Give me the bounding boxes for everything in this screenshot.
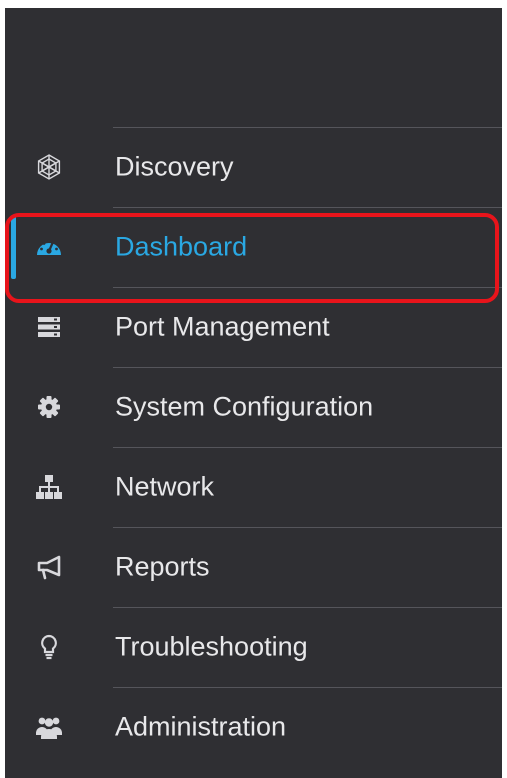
- sidebar-item-reports[interactable]: Reports: [5, 527, 502, 607]
- sidebar: Discovery Dashboard Port Management Syst…: [5, 8, 502, 778]
- sidebar-item-discovery[interactable]: Discovery: [5, 127, 502, 207]
- sidebar-item-label: Dashboard: [115, 231, 248, 262]
- sidebar-item-label: Discovery: [115, 151, 234, 182]
- sidebar-nav: Discovery Dashboard Port Management Syst…: [5, 127, 502, 767]
- gear-icon: [35, 393, 63, 421]
- sidebar-item-label: System Configuration: [115, 391, 374, 422]
- network-topology-icon: [35, 473, 63, 501]
- sidebar-item-label: Administration: [115, 711, 287, 742]
- sidebar-item-dashboard[interactable]: Dashboard: [5, 207, 502, 287]
- lightbulb-icon: [35, 633, 63, 661]
- sidebar-item-label: Network: [115, 471, 215, 502]
- megaphone-icon: [35, 553, 63, 581]
- sidebar-item-label: Port Management: [115, 311, 330, 342]
- active-indicator: [11, 215, 16, 279]
- sidebar-item-port-management[interactable]: Port Management: [5, 287, 502, 367]
- speedometer-icon: [35, 233, 63, 261]
- sidebar-item-system-configuration[interactable]: System Configuration: [5, 367, 502, 447]
- sidebar-item-label: Troubleshooting: [115, 631, 308, 662]
- sidebar-item-troubleshooting[interactable]: Troubleshooting: [5, 607, 502, 687]
- sidebar-item-label: Reports: [115, 551, 210, 582]
- sidebar-item-administration[interactable]: Administration: [5, 687, 502, 767]
- server-rack-icon: [35, 313, 63, 341]
- sidebar-item-network[interactable]: Network: [5, 447, 502, 527]
- users-icon: [35, 713, 63, 741]
- globe-mesh-icon: [35, 153, 63, 181]
